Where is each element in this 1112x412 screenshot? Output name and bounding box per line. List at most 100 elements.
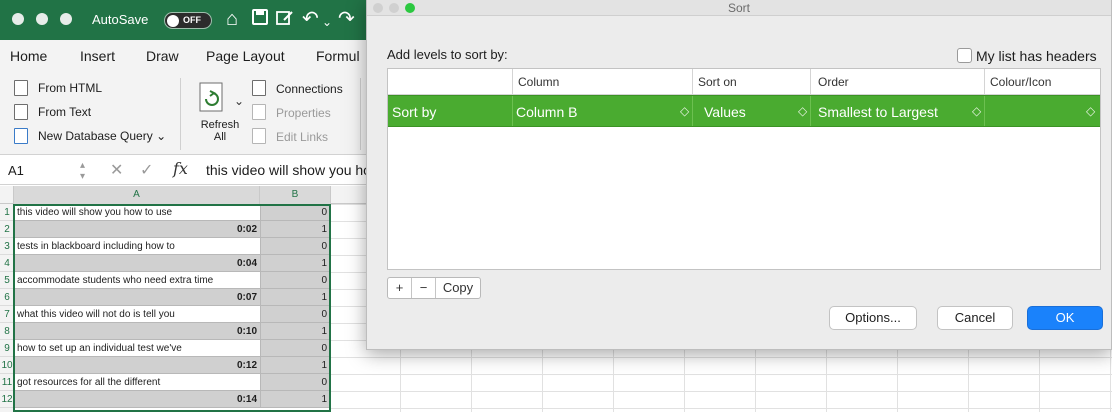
headers-checkbox[interactable] xyxy=(957,48,972,63)
from-html-button[interactable]: From HTML xyxy=(38,81,102,95)
cell-b[interactable]: 0 xyxy=(260,204,330,221)
connections-button[interactable]: Connections xyxy=(276,82,343,96)
refresh-all-label: All xyxy=(213,131,227,143)
cell-b[interactable]: 1 xyxy=(260,323,330,340)
copy-level-button[interactable]: Copy xyxy=(436,278,480,298)
tab-home[interactable]: Home xyxy=(10,48,47,64)
tab-insert[interactable]: Insert xyxy=(80,48,115,64)
column-header-column: Column xyxy=(518,75,560,89)
add-level-button[interactable]: + xyxy=(388,278,412,298)
tab-draw[interactable]: Draw xyxy=(146,48,179,64)
cancel-button[interactable]: Cancel xyxy=(937,306,1013,330)
autosave-label: AutoSave xyxy=(92,12,149,27)
cell-a[interactable]: how to set up an individual test we've xyxy=(14,340,260,357)
cell-b[interactable]: 1 xyxy=(260,357,330,374)
column-divider xyxy=(512,69,513,95)
row-number[interactable]: 9 xyxy=(0,340,14,357)
save-icon[interactable] xyxy=(252,9,268,31)
cell-b[interactable]: 1 xyxy=(260,391,330,408)
tab-formulas[interactable]: Formul xyxy=(316,48,360,64)
ribbon-divider xyxy=(180,78,181,150)
sort-on-select[interactable]: Values xyxy=(704,104,746,120)
sort-levels-heading: Add levels to sort by: xyxy=(387,47,508,62)
cell-a[interactable]: 0:14 xyxy=(14,391,260,408)
stepper-icon[interactable]: ▴ ▾ xyxy=(80,160,85,182)
cell-a[interactable]: 0:07 xyxy=(14,289,260,306)
options-button[interactable]: Options... xyxy=(829,306,917,330)
row-number[interactable]: 8 xyxy=(0,323,14,340)
refresh-icon[interactable] xyxy=(196,80,232,121)
column-header-a[interactable]: A xyxy=(14,186,260,204)
column-select[interactable]: Column B xyxy=(516,104,577,120)
cancel-icon[interactable]: ✕ xyxy=(110,160,123,180)
edit-icon[interactable] xyxy=(276,9,294,31)
cell-b[interactable]: 1 xyxy=(260,289,330,306)
updown-chevron-icon[interactable]: ◇ xyxy=(1086,104,1095,118)
sort-levels-header: Column Sort on Order Colour/Icon xyxy=(388,69,1100,95)
new-database-query-button[interactable]: New Database Query ⌄ xyxy=(38,129,166,143)
cell-a[interactable]: 0:10 xyxy=(14,323,260,340)
fx-icon[interactable]: fx xyxy=(173,159,188,178)
cell-a[interactable]: 0:12 xyxy=(14,357,260,374)
undo-icon[interactable]: ↶ xyxy=(302,8,319,30)
updown-chevron-icon[interactable]: ◇ xyxy=(972,104,981,118)
column-header-b[interactable]: B xyxy=(260,186,331,204)
sort-by-label: Sort by xyxy=(392,104,437,120)
row-number[interactable]: 6 xyxy=(0,289,14,306)
cell-a[interactable]: this video will show you how to use xyxy=(14,204,260,221)
cell-b[interactable]: 0 xyxy=(260,272,330,289)
properties-icon xyxy=(252,104,266,120)
cell-b[interactable]: 0 xyxy=(260,374,330,391)
formula-input[interactable]: this video will show you ho xyxy=(206,162,366,178)
grid-line xyxy=(331,374,1112,375)
cell-a[interactable]: 0:04 xyxy=(14,255,260,272)
cell-b[interactable]: 1 xyxy=(260,255,330,272)
edit-links-icon xyxy=(252,128,266,144)
row-number[interactable]: 12 xyxy=(0,391,14,408)
row-number[interactable]: 4 xyxy=(0,255,14,272)
name-box[interactable]: A1 xyxy=(8,163,24,178)
close-window-button[interactable] xyxy=(12,13,24,25)
redo-icon[interactable]: ↷ xyxy=(338,8,355,30)
cell-b[interactable]: 1 xyxy=(260,221,330,238)
row-number[interactable]: 3 xyxy=(0,238,14,255)
autosave-state: OFF xyxy=(183,15,201,25)
minimize-window-button[interactable] xyxy=(36,13,48,25)
updown-chevron-icon[interactable]: ◇ xyxy=(798,104,807,118)
edit-links-button[interactable]: Edit Links xyxy=(276,130,328,144)
autosave-toggle[interactable]: OFF xyxy=(164,12,212,29)
row-number[interactable]: 2 xyxy=(0,221,14,238)
row-number[interactable]: 11 xyxy=(0,374,14,391)
chevron-down-icon[interactable]: ⌄ xyxy=(322,11,332,33)
cell-b[interactable]: 0 xyxy=(260,238,330,255)
sort-level-row[interactable]: Sort by Column B ◇ Values ◇ Smallest to … xyxy=(388,95,1100,127)
home-icon[interactable]: ⌂ xyxy=(226,8,238,30)
cell-a[interactable]: accommodate students who need extra time xyxy=(14,272,260,289)
cell-a[interactable]: what this video will not do is tell you xyxy=(14,306,260,323)
cell-a[interactable]: 0:02 xyxy=(14,221,260,238)
dialog-title-bar: Sort xyxy=(367,0,1111,16)
row-number[interactable]: 5 xyxy=(0,272,14,289)
chevron-down-icon[interactable]: ⌄ xyxy=(234,94,244,108)
refresh-all-button[interactable]: Refresh All xyxy=(200,119,240,143)
cell-b[interactable]: 0 xyxy=(260,306,330,323)
cell-a[interactable]: tests in blackboard including how to xyxy=(14,238,260,255)
cell-a[interactable]: got resources for all the different xyxy=(14,374,260,391)
from-text-button[interactable]: From Text xyxy=(38,105,91,119)
updown-chevron-icon[interactable]: ◇ xyxy=(680,104,689,118)
cell-b[interactable]: 0 xyxy=(260,340,330,357)
row-number[interactable]: 10 xyxy=(0,357,14,374)
grid-line xyxy=(331,408,1112,409)
zoom-window-button[interactable] xyxy=(60,13,72,25)
row-number[interactable]: 1 xyxy=(0,204,14,221)
properties-button[interactable]: Properties xyxy=(276,106,331,120)
headers-checkbox-label[interactable]: My list has headers xyxy=(976,48,1097,64)
remove-level-button[interactable]: − xyxy=(412,278,436,298)
ok-button[interactable]: OK xyxy=(1027,306,1103,330)
row-number[interactable]: 7 xyxy=(0,306,14,323)
order-select[interactable]: Smallest to Largest xyxy=(818,104,938,120)
confirm-icon[interactable]: ✓ xyxy=(140,160,153,180)
grid-line xyxy=(331,391,1112,392)
tab-page-layout[interactable]: Page Layout xyxy=(206,48,285,64)
select-all-corner[interactable] xyxy=(0,186,14,204)
